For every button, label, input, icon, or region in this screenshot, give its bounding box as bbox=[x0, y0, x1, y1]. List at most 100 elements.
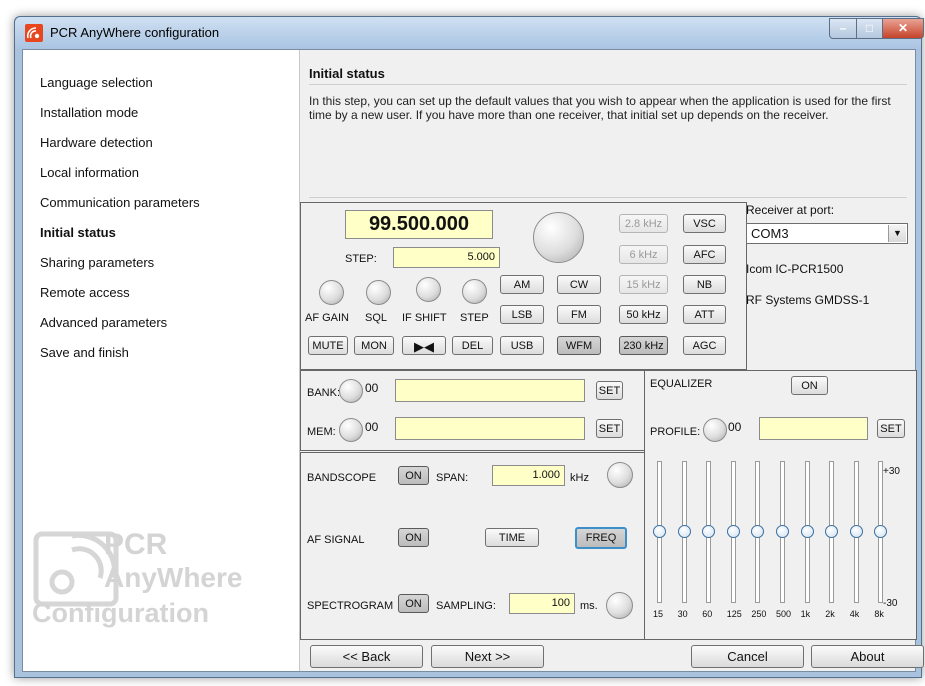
bank-label: BANK: bbox=[307, 387, 341, 399]
sidebar-item-communication-parameters[interactable]: Communication parameters bbox=[40, 195, 200, 210]
spectrogram-on-button[interactable]: ON bbox=[398, 594, 429, 613]
close-button[interactable]: ✕ bbox=[882, 18, 924, 39]
sidebar-item-local-information[interactable]: Local information bbox=[40, 165, 139, 180]
time-button[interactable]: TIME bbox=[485, 528, 539, 547]
equalizer-panel: EQUALIZER ON PROFILE: 00 SET +30 -30 15 3… bbox=[644, 370, 917, 640]
vsc-button[interactable]: VSC bbox=[683, 214, 726, 233]
filter-15khz-button[interactable]: 15 kHz bbox=[619, 275, 668, 294]
about-button[interactable]: About bbox=[811, 645, 924, 668]
step-field[interactable]: 5.000 bbox=[393, 247, 500, 268]
back-button[interactable]: << Back bbox=[310, 645, 423, 668]
mem-number: 00 bbox=[365, 420, 379, 434]
sampling-label: SAMPLING: bbox=[436, 600, 496, 612]
eq-slider-thumb-2k[interactable] bbox=[825, 525, 839, 538]
sidebar-item-language-selection[interactable]: Language selection bbox=[40, 75, 153, 90]
tuning-knob[interactable] bbox=[533, 212, 584, 263]
mem-knob[interactable] bbox=[339, 418, 363, 442]
del-button[interactable]: DEL bbox=[452, 336, 493, 355]
bandscope-label: BANDSCOPE bbox=[307, 472, 377, 484]
mode-fm-button[interactable]: FM bbox=[557, 305, 601, 324]
close-icon: ✕ bbox=[897, 21, 909, 35]
sql-knob[interactable] bbox=[366, 280, 391, 305]
mem-set-button[interactable]: SET bbox=[596, 419, 623, 438]
frequency-display[interactable]: 99.500.000 bbox=[345, 210, 493, 239]
step-knob[interactable] bbox=[462, 279, 487, 304]
cancel-button[interactable]: Cancel bbox=[691, 645, 804, 668]
receiver-model: Icom IC-PCR1500 bbox=[746, 262, 844, 276]
span-knob[interactable] bbox=[607, 462, 633, 488]
freq-button[interactable]: FREQ bbox=[575, 527, 627, 549]
eq-slider-thumb-60[interactable] bbox=[702, 525, 716, 538]
sidebar-item-remote-access[interactable]: Remote access bbox=[40, 285, 130, 300]
eq-band-label: 2k bbox=[825, 609, 835, 619]
sampling-knob[interactable] bbox=[606, 592, 633, 619]
chevron-down-icon: ▼ bbox=[888, 225, 906, 242]
bank-set-button[interactable]: SET bbox=[596, 381, 623, 400]
filter-6khz-button[interactable]: 6 kHz bbox=[619, 245, 668, 264]
pcr-anywhere-logo: PCR AnyWhere Configuration bbox=[32, 528, 302, 668]
eq-band-label: 125 bbox=[726, 609, 742, 619]
af-signal-on-button[interactable]: ON bbox=[398, 528, 429, 547]
mon-button[interactable]: MON bbox=[354, 336, 394, 355]
eq-slider-thumb-4k[interactable] bbox=[849, 525, 863, 538]
sidebar-item-advanced-parameters[interactable]: Advanced parameters bbox=[40, 315, 167, 330]
maximize-button[interactable]: □ bbox=[856, 18, 883, 39]
att-button[interactable]: ATT bbox=[683, 305, 726, 324]
eq-slider-thumb-125[interactable] bbox=[726, 525, 740, 538]
eq-band-label: 8k bbox=[874, 609, 884, 619]
profile-set-button[interactable]: SET bbox=[877, 419, 905, 438]
receiver-port-value: COM3 bbox=[751, 226, 789, 241]
span-field[interactable]: 1.000 bbox=[492, 465, 565, 486]
nb-button[interactable]: NB bbox=[683, 275, 726, 294]
mode-am-button[interactable]: AM bbox=[500, 275, 544, 294]
eq-band-label: 30 bbox=[677, 609, 688, 619]
span-unit: kHz bbox=[570, 472, 589, 484]
mem-name-field[interactable] bbox=[395, 417, 585, 440]
bank-knob[interactable] bbox=[339, 379, 363, 403]
afc-button[interactable]: AFC bbox=[683, 245, 726, 264]
eq-band-label: 1k bbox=[800, 609, 811, 619]
sidebar-item-installation-mode[interactable]: Installation mode bbox=[40, 105, 138, 120]
agc-button[interactable]: AGC bbox=[683, 336, 726, 355]
memory-panel: BANK: 00 SET MEM: 00 SET bbox=[300, 370, 646, 451]
eq-slider-thumb-250[interactable] bbox=[751, 525, 765, 538]
sql-label: SQL bbox=[365, 312, 388, 324]
mode-cw-button[interactable]: CW bbox=[557, 275, 601, 294]
minimize-icon: – bbox=[839, 21, 847, 35]
if-shift-label: IF SHIFT bbox=[402, 312, 447, 324]
title-bar[interactable]: PCR AnyWhere configuration – □ ✕ bbox=[15, 17, 924, 49]
logo-text-configuration: Configuration bbox=[32, 598, 209, 628]
equalizer-on-button[interactable]: ON bbox=[791, 376, 828, 395]
mode-usb-button[interactable]: USB bbox=[500, 336, 544, 355]
swap-button[interactable]: ▶◀ bbox=[402, 336, 446, 355]
filter-230khz-button[interactable]: 230 kHz bbox=[619, 336, 668, 355]
sidebar-item-initial-status[interactable]: Initial status bbox=[40, 225, 116, 240]
eq-slider-thumb-1k[interactable] bbox=[800, 525, 814, 538]
af-gain-label: AF GAIN bbox=[305, 312, 350, 324]
eq-slider-thumb-8k[interactable] bbox=[874, 525, 888, 538]
mode-lsb-button[interactable]: LSB bbox=[500, 305, 544, 324]
af-gain-knob[interactable] bbox=[319, 280, 344, 305]
eq-slider-thumb-30[interactable] bbox=[677, 525, 691, 538]
page-description: In this step, you can set up the default… bbox=[309, 94, 891, 122]
filter-50khz-button[interactable]: 50 kHz bbox=[619, 305, 668, 324]
next-button[interactable]: Next >> bbox=[431, 645, 544, 668]
spectrogram-label: SPECTROGRAM bbox=[307, 600, 394, 612]
eq-band-label: 4k bbox=[849, 609, 860, 619]
sidebar-item-hardware-detection[interactable]: Hardware detection bbox=[40, 135, 153, 150]
if-shift-knob[interactable] bbox=[416, 277, 441, 302]
bank-name-field[interactable] bbox=[395, 379, 585, 402]
mode-wfm-button[interactable]: WFM bbox=[557, 336, 601, 355]
sidebar-item-sharing-parameters[interactable]: Sharing parameters bbox=[40, 255, 154, 270]
sidebar-item-save-and-finish[interactable]: Save and finish bbox=[40, 345, 129, 360]
eq-slider-thumb-15[interactable] bbox=[653, 525, 666, 538]
minimize-button[interactable]: – bbox=[829, 18, 857, 39]
sampling-field[interactable]: 100 bbox=[509, 593, 575, 614]
mute-button[interactable]: MUTE bbox=[308, 336, 348, 355]
bandscope-on-button[interactable]: ON bbox=[398, 466, 429, 485]
filter-2-8khz-button[interactable]: 2.8 kHz bbox=[619, 214, 668, 233]
profile-name-field[interactable] bbox=[759, 417, 868, 440]
profile-knob[interactable] bbox=[703, 418, 727, 442]
receiver-port-select[interactable]: COM3 ▼ bbox=[746, 223, 908, 244]
eq-slider-thumb-500[interactable] bbox=[776, 525, 789, 538]
